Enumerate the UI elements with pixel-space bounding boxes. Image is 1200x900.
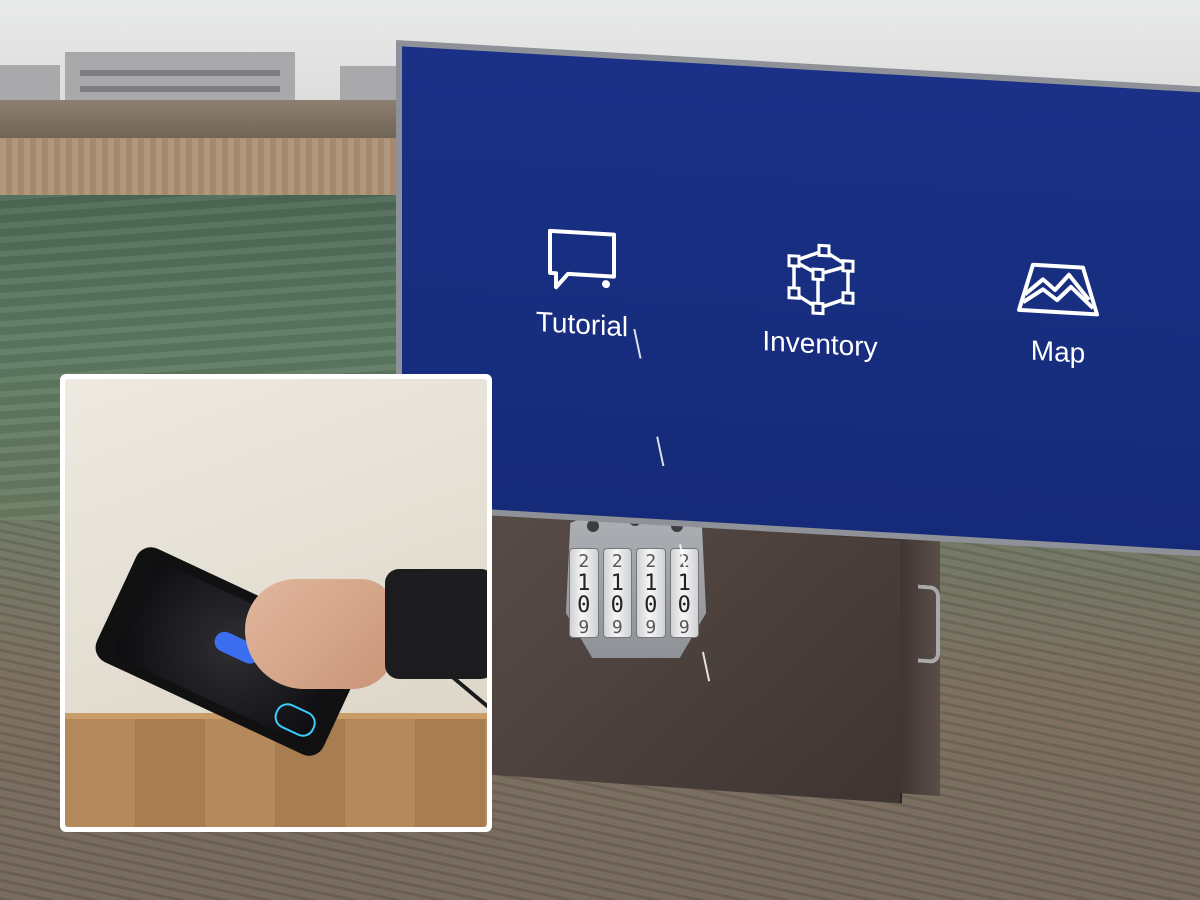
menu-label-inventory: Inventory [762, 325, 878, 363]
inset-photo [65, 379, 487, 827]
dial-digit-current: 0 [644, 593, 658, 618]
dial-digit-top: 2 [645, 551, 657, 572]
menu-label-tutorial: Tutorial [535, 306, 629, 343]
dial-digit-upper: 1 [577, 571, 591, 596]
hand [245, 579, 395, 689]
inset-photo-frame [60, 374, 492, 832]
dial-digit-bottom: 9 [678, 617, 690, 638]
dial-digit-current: 0 [677, 593, 691, 618]
dial-digit-current: 0 [610, 593, 624, 618]
menu-item-inventory[interactable]: Inventory [720, 235, 920, 367]
cube-icon [787, 243, 855, 316]
lock-dial-3[interactable]: 2 1 0 9 [636, 548, 666, 638]
speech-bubble-icon [548, 228, 616, 290]
phone-home-button [270, 699, 320, 741]
map-icon [1017, 262, 1099, 317]
treeline [0, 100, 420, 140]
lock-dial-2[interactable]: 2 1 0 9 [602, 548, 632, 638]
dial-digit-top: 2 [611, 551, 623, 572]
menu-item-tutorial[interactable]: Tutorial [482, 221, 682, 347]
dial-digit-upper: 1 [644, 571, 658, 596]
chest-handle[interactable] [918, 584, 940, 665]
dial-digit-bottom: 9 [645, 617, 657, 638]
lock-dials: 2 1 0 9 2 1 0 9 2 1 0 9 2 1 0 9 [569, 548, 699, 638]
dial-digit-bottom: 9 [611, 617, 623, 638]
ar-menu-panel: Tutorial Inventory Map [396, 40, 1200, 558]
dial-digit-bottom: 9 [578, 617, 590, 638]
sleeve [385, 569, 487, 679]
ar-menu-panel-surface: Tutorial Inventory Map [402, 46, 1200, 551]
menu-label-map: Map [1030, 334, 1086, 369]
lock-dial-1[interactable]: 2 1 0 9 [569, 548, 599, 638]
dial-digit-upper: 1 [610, 571, 624, 596]
dial-digit-current: 0 [577, 593, 591, 618]
menu-item-map[interactable]: Map [958, 248, 1158, 374]
lock-screw-hole [587, 520, 599, 532]
dial-digit-top: 2 [578, 551, 590, 572]
